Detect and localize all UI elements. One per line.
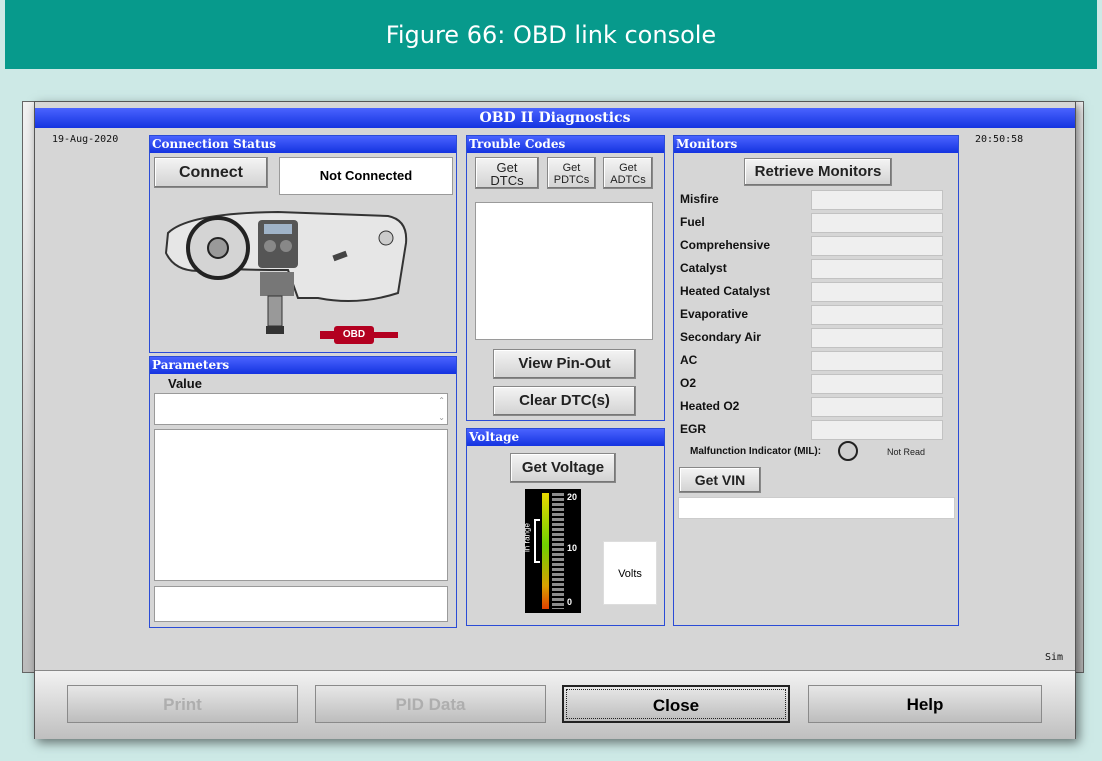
in-range-bracket [534, 519, 540, 563]
parameter-list[interactable] [154, 429, 448, 581]
parameter-select[interactable]: ⌃ ⌄ [154, 393, 448, 425]
voltage-scale-top: 20 [567, 492, 578, 502]
monitor-label: Misfire [680, 192, 719, 206]
clear-dtcs-button[interactable]: Clear DTC(s) [493, 386, 636, 416]
monitor-value-field [811, 190, 943, 210]
monitors-panel: Monitors Retrieve Monitors Misfire Fuel … [673, 135, 959, 626]
get-dtcs-button[interactable]: Get DTCs [475, 157, 539, 189]
mil-indicator-icon [838, 441, 858, 461]
get-pdtcs-button[interactable]: Get PDTCs [547, 157, 596, 189]
monitor-label: Catalyst [680, 261, 727, 275]
dashboard-image [164, 210, 408, 334]
parameter-value-field [154, 586, 448, 622]
monitor-value-field [811, 328, 943, 348]
connection-status-field: Not Connected [279, 157, 453, 195]
value-column-label: Value [168, 376, 202, 391]
connect-button[interactable]: Connect [154, 157, 268, 188]
scroll-up-icon[interactable]: ⌃ [438, 396, 445, 405]
monitor-label: Secondary Air [680, 330, 761, 344]
in-range-label: in range [522, 523, 532, 552]
pid-data-button[interactable]: PID Data [315, 685, 546, 723]
obd-plug-icon: OBD [320, 326, 398, 344]
monitor-value-field [811, 374, 943, 394]
monitor-label: Comprehensive [680, 238, 771, 252]
get-voltage-button[interactable]: Get Voltage [510, 453, 616, 483]
trouble-codes-heading: Trouble Codes [467, 136, 664, 153]
connection-status-heading: Connection Status [150, 136, 456, 153]
trouble-codes-list[interactable] [475, 202, 653, 340]
monitor-value-field [811, 397, 943, 417]
monitor-label: Heated O2 [680, 399, 740, 413]
monitor-value-field [811, 282, 943, 302]
help-button[interactable]: Help [808, 685, 1042, 723]
print-button[interactable]: Print [67, 685, 298, 723]
parameters-heading: Parameters [150, 357, 456, 374]
voltage-scale-bottom: 0 [567, 597, 573, 607]
view-pinout-button[interactable]: View Pin-Out [493, 349, 636, 379]
footer-bar: Print PID Data Close Help [35, 670, 1075, 739]
voltage-heading: Voltage [467, 429, 664, 446]
window-title: OBD II Diagnostics [35, 108, 1075, 128]
scroll-down-icon[interactable]: ⌄ [438, 413, 445, 422]
monitor-label: O2 [680, 376, 697, 390]
voltage-color-bar [542, 493, 549, 609]
mil-status: Not Read [887, 447, 926, 457]
monitor-value-field [811, 351, 943, 371]
monitor-label: Evaporative [680, 307, 749, 321]
monitor-value-field [811, 236, 943, 256]
monitor-label: EGR [680, 422, 707, 436]
mil-label: Malfunction Indicator (MIL): [690, 446, 822, 457]
obd-plug-label: OBD [334, 326, 374, 344]
obd-window: OBD II Diagnostics 19-Aug-2020 20:50:58 … [34, 101, 1076, 739]
voltage-panel: Voltage Get Voltage 20 10 0 in range Vol… [466, 428, 665, 626]
voltage-units-field: Volts [603, 541, 657, 605]
retrieve-monitors-button[interactable]: Retrieve Monitors [744, 158, 892, 186]
trouble-codes-panel: Trouble Codes Get DTCs Get PDTCs Get ADT… [466, 135, 665, 421]
vin-field [678, 497, 955, 519]
monitor-label: Heated Catalyst [680, 284, 771, 298]
monitor-value-field [811, 213, 943, 233]
figure-caption: Figure 66: OBD link console [5, 0, 1097, 69]
get-vin-button[interactable]: Get VIN [679, 467, 761, 493]
date-display: 19-Aug-2020 [52, 134, 119, 145]
close-button[interactable]: Close [562, 685, 790, 723]
monitor-label: AC [680, 353, 698, 367]
mode-indicator: Sim [1045, 652, 1064, 663]
voltage-gauge: 20 10 0 in range [522, 489, 581, 613]
connection-status-panel: Connection Status Connect Not Connected … [149, 135, 457, 353]
voltage-scale-mid: 10 [567, 543, 578, 553]
time-display: 20:50:58 [975, 134, 1024, 145]
parameters-panel: Parameters Value ⌃ ⌄ [149, 356, 457, 628]
monitor-value-field [811, 305, 943, 325]
monitors-heading: Monitors [674, 136, 958, 153]
voltage-ticks [552, 493, 564, 609]
monitor-value-field [811, 420, 943, 440]
monitor-label: Fuel [680, 215, 705, 229]
get-adtcs-button[interactable]: Get ADTCs [603, 157, 653, 189]
monitor-value-field [811, 259, 943, 279]
